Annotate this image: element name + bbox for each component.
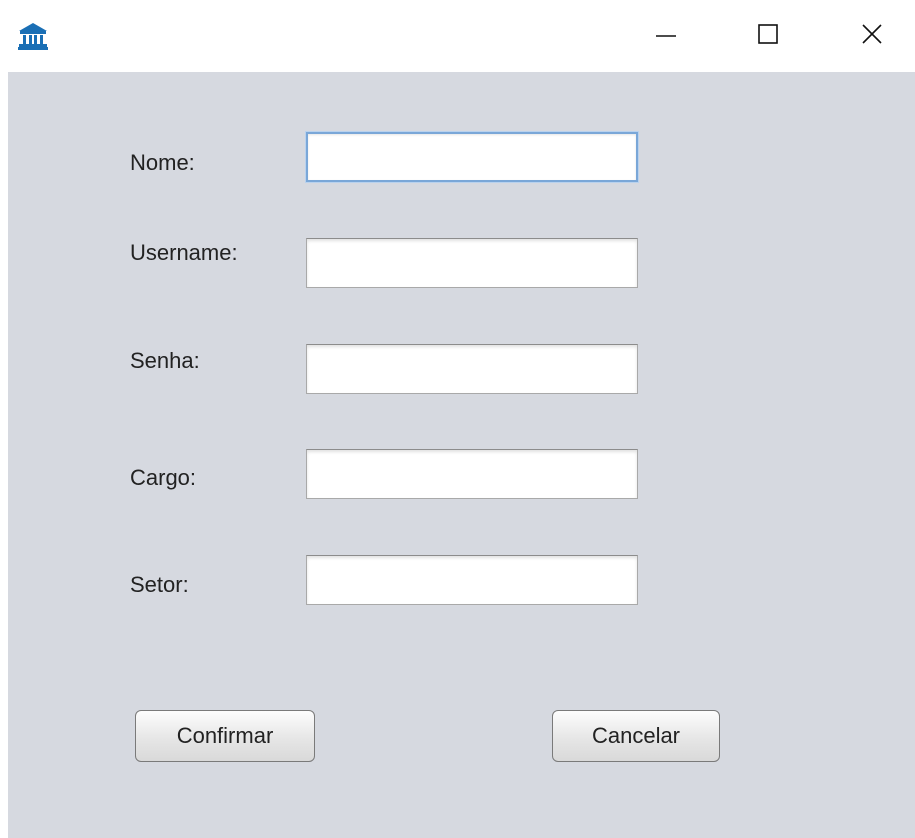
title-bar[interactable]: [0, 0, 915, 72]
form-panel: Nome: Username: Senha: Cargo: Setor: Con…: [8, 72, 915, 838]
dialog-window: Nome: Username: Senha: Cargo: Setor: Con…: [0, 0, 915, 838]
senha-input[interactable]: [306, 344, 638, 394]
cargo-input[interactable]: [306, 449, 638, 499]
setor-input[interactable]: [306, 555, 638, 605]
maximize-button[interactable]: [738, 12, 798, 60]
username-label: Username:: [130, 240, 238, 265]
setor-label: Setor:: [130, 572, 189, 597]
close-button[interactable]: [842, 12, 902, 60]
nome-label: Nome:: [130, 150, 195, 175]
minimize-button[interactable]: [636, 12, 696, 60]
cargo-label: Cargo:: [130, 465, 197, 490]
close-icon: [860, 22, 884, 51]
maximize-icon: [756, 22, 780, 51]
confirm-button[interactable]: Confirmar: [135, 710, 315, 762]
minimize-icon: [654, 22, 678, 51]
bank-building-icon: [18, 22, 48, 50]
cancel-button[interactable]: Cancelar: [552, 710, 720, 762]
senha-label: Senha:: [130, 348, 200, 373]
nome-input[interactable]: [306, 132, 638, 182]
username-input[interactable]: [306, 238, 638, 288]
